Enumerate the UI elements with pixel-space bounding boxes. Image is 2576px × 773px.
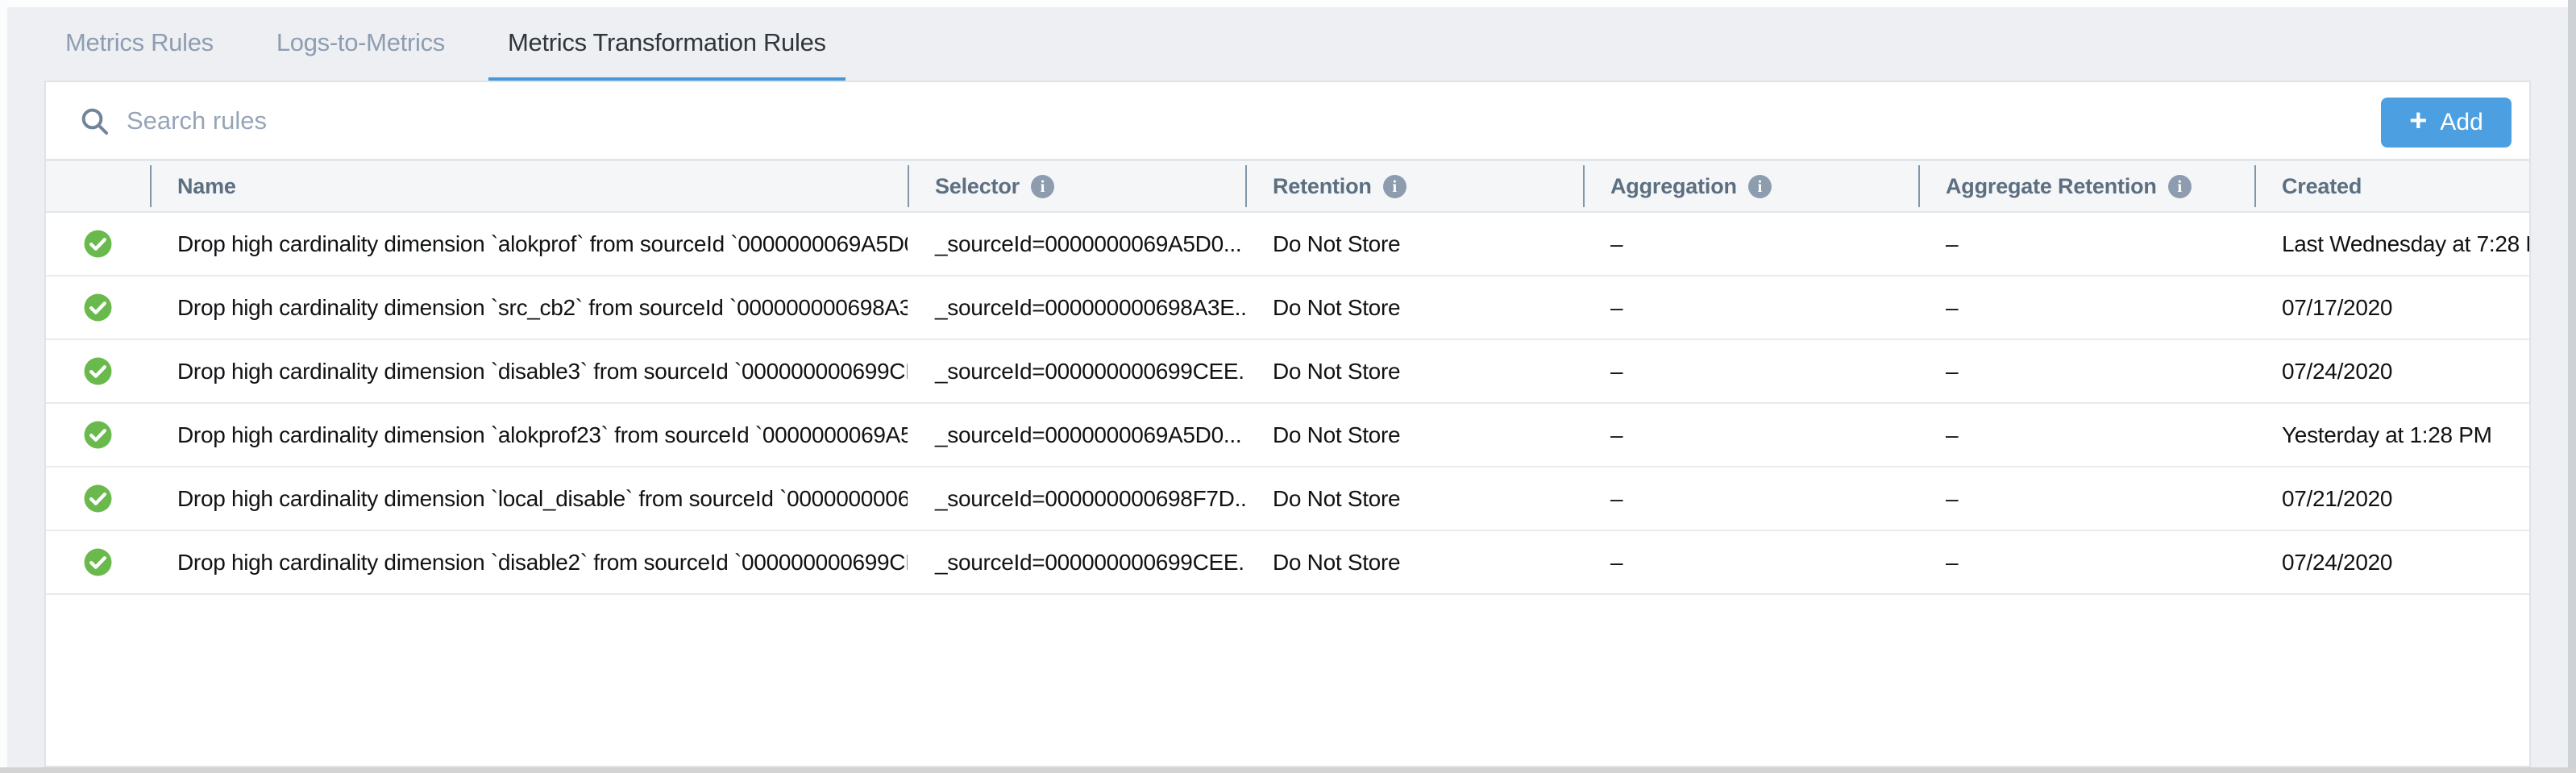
rule-retention-cell: Do Not Store	[1245, 340, 1583, 402]
window-edge-right[interactable]	[2568, 0, 2576, 773]
window-edge-top	[0, 0, 2576, 7]
table-row[interactable]: Drop high cardinality dimension `alokpro…	[46, 404, 2529, 468]
table-body: Drop high cardinality dimension `alokpro…	[46, 213, 2529, 595]
app-window: Metrics Rules Logs-to-Metrics Metrics Tr…	[0, 0, 2576, 773]
rule-retention-cell: Do Not Store	[1245, 213, 1583, 275]
rule-aggregation-cell: –	[1583, 404, 1918, 466]
window-edge-left	[0, 0, 7, 773]
status-enabled-check-icon[interactable]	[83, 420, 113, 450]
column-header-retention: Retention i	[1245, 161, 1583, 211]
rule-created-cell: 07/21/2020	[2254, 468, 2529, 530]
rule-aggregation-cell: –	[1583, 213, 1918, 275]
rule-retention-cell: Do Not Store	[1245, 531, 1583, 593]
info-icon[interactable]: i	[1383, 175, 1406, 198]
tab-metrics-rules[interactable]: Metrics Rules	[46, 7, 233, 78]
rule-created-cell: 07/17/2020	[2254, 276, 2529, 339]
plus-icon: +	[2409, 106, 2427, 136]
status-enabled-check-icon[interactable]	[83, 293, 113, 322]
rule-aggregation-cell: –	[1583, 468, 1918, 530]
table-row[interactable]: Drop high cardinality dimension `src_cb2…	[46, 276, 2529, 340]
rule-aggregation-cell: –	[1583, 276, 1918, 339]
column-header-selector: Selector i	[908, 161, 1245, 211]
rule-status-cell	[46, 468, 150, 530]
table-row[interactable]: Drop high cardinality dimension `disable…	[46, 531, 2529, 595]
column-header-label: Retention	[1273, 174, 1372, 199]
add-button-label: Add	[2440, 109, 2483, 136]
info-icon[interactable]: i	[2168, 175, 2192, 198]
table-row[interactable]: Drop high cardinality dimension `local_d…	[46, 468, 2529, 531]
toolbar: + Add	[46, 82, 2529, 161]
rule-aggregate-retention-cell: –	[1918, 404, 2254, 466]
rule-name-cell: Drop high cardinality dimension `alokpro…	[150, 213, 908, 275]
window-edge-bottom	[0, 767, 2576, 773]
status-enabled-check-icon[interactable]	[83, 484, 113, 513]
rule-status-cell	[46, 276, 150, 339]
rule-name-cell: Drop high cardinality dimension `disable…	[150, 340, 908, 402]
rule-aggregate-retention-cell: –	[1918, 468, 2254, 530]
column-header-label: Aggregate Retention	[1946, 174, 2157, 199]
rule-selector-cell: _sourceId=0000000069A5D0...	[908, 213, 1245, 275]
rule-aggregate-retention-cell: –	[1918, 276, 2254, 339]
info-icon[interactable]: i	[1031, 175, 1054, 198]
rule-status-cell	[46, 340, 150, 402]
rule-selector-cell: _sourceId=000000000699CEE...	[908, 340, 1245, 402]
info-icon[interactable]: i	[1748, 175, 1772, 198]
column-header-label: Aggregation	[1610, 174, 1737, 199]
table-row[interactable]: Drop high cardinality dimension `alokpro…	[46, 213, 2529, 276]
rule-selector-cell: _sourceId=0000000069A5D0...	[908, 404, 1245, 466]
table-row[interactable]: Drop high cardinality dimension `disable…	[46, 340, 2529, 404]
rule-created-cell: 07/24/2020	[2254, 531, 2529, 593]
rule-created-cell: 07/24/2020	[2254, 340, 2529, 402]
rule-name-cell: Drop high cardinality dimension `disable…	[150, 531, 908, 593]
search-icon	[78, 105, 110, 137]
rule-retention-cell: Do Not Store	[1245, 276, 1583, 339]
rule-selector-cell: _sourceId=000000000698A3E...	[908, 276, 1245, 339]
rule-aggregate-retention-cell: –	[1918, 213, 2254, 275]
tab-metrics-transformation-rules[interactable]: Metrics Transformation Rules	[488, 7, 846, 78]
status-enabled-check-icon[interactable]	[83, 229, 113, 259]
search-input[interactable]	[127, 106, 2529, 135]
column-header-name: Name	[150, 161, 908, 211]
rule-name-cell: Drop high cardinality dimension `alokpro…	[150, 404, 908, 466]
rule-selector-cell: _sourceId=000000000699CEE...	[908, 531, 1245, 593]
rule-retention-cell: Do Not Store	[1245, 468, 1583, 530]
column-header-status	[46, 161, 150, 211]
rule-created-cell: Yesterday at 1:28 PM	[2254, 404, 2529, 466]
rules-panel: + Add Name Selector i Retention i Aggreg…	[44, 81, 2531, 767]
tab-bar: Metrics Rules Logs-to-Metrics Metrics Tr…	[7, 7, 870, 78]
rule-name-cell: Drop high cardinality dimension `src_cb2…	[150, 276, 908, 339]
add-button[interactable]: + Add	[2381, 98, 2512, 148]
rule-status-cell	[46, 531, 150, 593]
column-header-label: Name	[177, 174, 236, 199]
rule-aggregate-retention-cell: –	[1918, 531, 2254, 593]
column-header-created: Created	[2254, 161, 2529, 211]
rule-retention-cell: Do Not Store	[1245, 404, 1583, 466]
column-header-label: Created	[2282, 174, 2362, 199]
status-enabled-check-icon[interactable]	[83, 547, 113, 577]
rule-status-cell	[46, 213, 150, 275]
rule-aggregate-retention-cell: –	[1918, 340, 2254, 402]
column-header-label: Selector	[935, 174, 1020, 199]
tab-logs-to-metrics[interactable]: Logs-to-Metrics	[257, 7, 464, 78]
rule-selector-cell: _sourceId=000000000698F7D...	[908, 468, 1245, 530]
rule-name-cell: Drop high cardinality dimension `local_d…	[150, 468, 908, 530]
column-header-aggregate-retention: Aggregate Retention i	[1918, 161, 2254, 211]
rule-aggregation-cell: –	[1583, 340, 1918, 402]
status-enabled-check-icon[interactable]	[83, 356, 113, 386]
table-header: Name Selector i Retention i Aggregation …	[46, 161, 2529, 213]
rule-status-cell	[46, 404, 150, 466]
rule-aggregation-cell: –	[1583, 531, 1918, 593]
rule-created-cell: Last Wednesday at 7:28 PM	[2254, 213, 2529, 275]
column-header-aggregation: Aggregation i	[1583, 161, 1918, 211]
